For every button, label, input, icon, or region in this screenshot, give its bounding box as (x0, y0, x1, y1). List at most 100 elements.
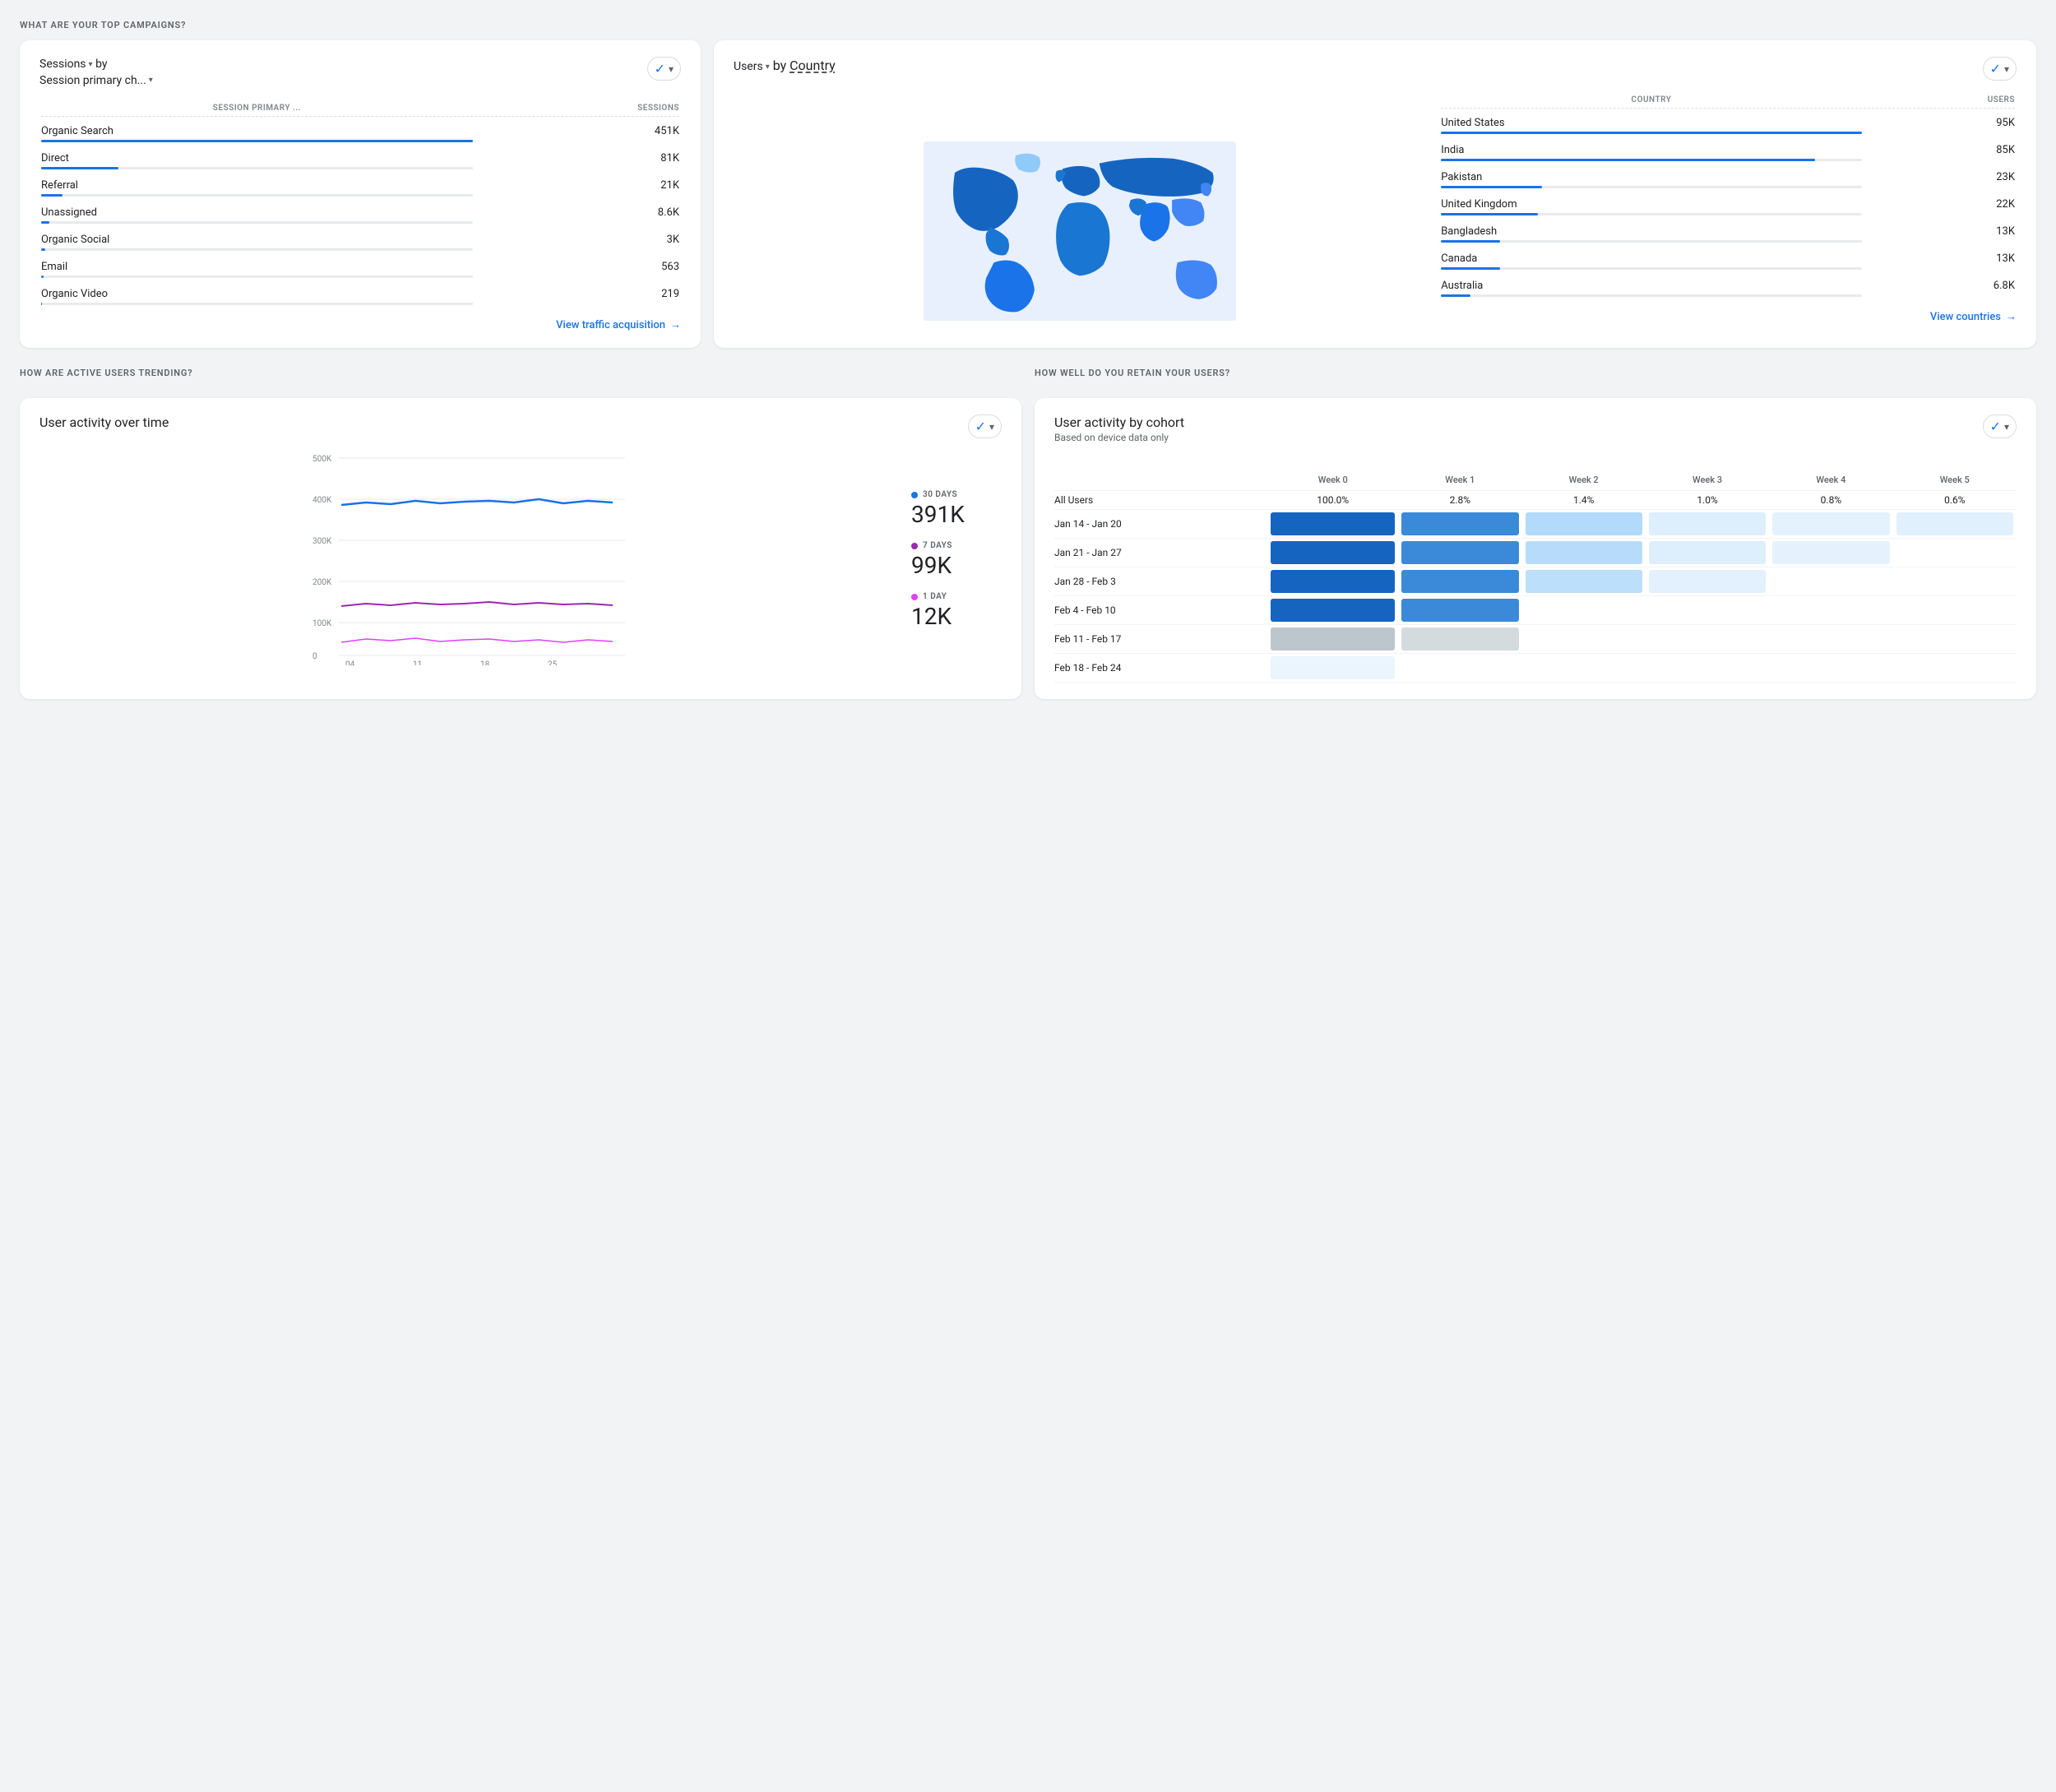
table-row: United States 95K (1441, 110, 2015, 136)
table-row: Organic Search 451K (41, 118, 679, 144)
legend-dot (911, 594, 918, 600)
cohort-card-title-wrap: User activity by cohort Based on device … (1054, 414, 1184, 456)
country-card-controls[interactable]: ✓ ▾ (1983, 57, 2017, 81)
chart-svg-wrap: 500K 400K 300K 200K 100K 0 (39, 451, 898, 669)
chart-area: 500K 400K 300K 200K 100K 0 (39, 451, 1002, 669)
cohort-cell-empty (1522, 596, 1646, 625)
cohort-cell-empty (1522, 654, 1646, 683)
cohort-cell-empty (1646, 596, 1769, 625)
session-name: Unassigned (41, 200, 473, 225)
cohort-cell (1769, 539, 1892, 567)
cohort-row-label: Feb 11 - Feb 17 (1054, 625, 1267, 654)
cohort-cell (1398, 625, 1521, 654)
view-countries-arrow: → (2006, 310, 2017, 323)
cohort-week-header: Week 0 (1267, 470, 1398, 491)
legend-days: 30 DAYS (911, 490, 1002, 499)
session-name: Organic Video (41, 281, 473, 307)
cohort-card: User activity by cohort Based on device … (1035, 398, 2036, 699)
cohort-row-label: Feb 18 - Feb 24 (1054, 654, 1267, 683)
activity-card-header: User activity over time ✓ ▾ (39, 414, 1002, 438)
all-users-row: All Users100.0%2.8%1.4%1.0%0.8%0.6% (1054, 491, 2017, 510)
map-section (734, 94, 1426, 368)
users-metric-label: Users (734, 59, 763, 76)
cohort-card-controls[interactable]: ✓ ▾ (1983, 414, 2017, 438)
country-name: Canada (1441, 246, 1862, 271)
cohort-cell (1522, 567, 1646, 596)
cohort-cell (1398, 567, 1521, 596)
cohort-cell-empty (1646, 625, 1769, 654)
session-name: Organic Search (41, 118, 473, 144)
cohort-cell (1267, 596, 1398, 625)
cohort-week-header: Week 2 (1522, 470, 1646, 491)
cohort-week-header: Week 1 (1398, 470, 1521, 491)
activity-check-icon: ✓ (975, 419, 986, 434)
dimension-dropdown[interactable]: Session primary ch... ▾ (39, 73, 153, 90)
cohort-data-row: Feb 11 - Feb 17 (1054, 625, 2017, 654)
sessions-table: SESSION PRIMARY ... SESSIONS Organic Sea… (39, 102, 681, 308)
cohort-row-label: Jan 28 - Feb 3 (1054, 567, 1267, 596)
dimension-dropdown-arrow: ▾ (149, 75, 153, 86)
country-table-wrap: COUNTRY USERS United States 95K India 85… (734, 94, 2017, 368)
view-countries-link[interactable]: View countries → (1439, 310, 2017, 323)
col1-header: SESSION PRIMARY ... (41, 104, 473, 117)
legend-dot (911, 492, 918, 498)
cohort-subtitle: Based on device data only (1054, 432, 1184, 443)
session-name: Direct (41, 146, 473, 171)
svg-text:25: 25 (548, 660, 558, 665)
cohort-cell (1398, 596, 1521, 625)
cohort-cell (1267, 510, 1398, 539)
session-value: 3K (475, 227, 679, 252)
cohort-cell-empty (1893, 539, 2017, 567)
country-data-section: COUNTRY USERS United States 95K India 85… (1426, 94, 2017, 368)
view-countries-label: View countries (1930, 311, 2001, 323)
activity-card-controls[interactable]: ✓ ▾ (968, 414, 1002, 438)
table-row: Referral 21K (41, 173, 679, 198)
all-users-cell: 1.4% (1522, 491, 1646, 510)
country-card-title: Users ▾ by Country (734, 57, 836, 76)
country-card: Users ▾ by Country ✓ ▾ (714, 40, 2036, 348)
table-row: Canada 13K (1441, 246, 2015, 271)
legend-days: 1 DAY (911, 592, 1002, 601)
session-name: Email (41, 254, 473, 280)
chart-legend: 30 DAYS 391K 7 DAYS 99K 1 DAY 12K (911, 451, 1002, 669)
country-name: India (1441, 137, 1862, 163)
country-value: 13K (1864, 246, 2015, 271)
table-row: Email 563 (41, 254, 679, 280)
activity-chart-svg: 500K 400K 300K 200K 100K 0 (39, 451, 898, 665)
table-row: Bangladesh 13K (1441, 219, 2015, 244)
all-users-cell: 1.0% (1646, 491, 1769, 510)
country-dimension-dropdown[interactable]: Country (790, 58, 836, 73)
cohort-cell (1522, 539, 1646, 567)
cohort-cell (1522, 510, 1646, 539)
campaigns-card-controls[interactable]: ✓ ▾ (647, 57, 681, 81)
cohort-cell (1267, 539, 1398, 567)
cohort-week-header: Week 5 (1893, 470, 2017, 491)
retain-section-label: HOW WELL DO YOU RETAIN YOUR USERS? (1035, 368, 2036, 378)
country-check-icon: ✓ (1990, 61, 2001, 76)
svg-text:200K: 200K (313, 578, 332, 587)
svg-text:04: 04 (345, 660, 355, 665)
cohort-cell-empty (1769, 654, 1892, 683)
session-name: Referral (41, 173, 473, 198)
view-traffic-link[interactable]: View traffic acquisition → (39, 318, 681, 331)
legend-dot (911, 543, 918, 549)
cohort-cell-empty (1522, 625, 1646, 654)
cohort-row-label: Feb 4 - Feb 10 (1054, 596, 1267, 625)
country-name: Bangladesh (1441, 219, 1862, 244)
metric-dropdown-arrow: ▾ (89, 59, 93, 71)
dimension-label: Session primary ch... (39, 73, 146, 90)
top-section-label: WHAT ARE YOUR TOP CAMPAIGNS? (20, 20, 2036, 30)
world-map-svg (924, 141, 1236, 322)
cohort-data-row: Jan 14 - Jan 20 (1054, 510, 2017, 539)
cohort-week-header: Week 4 (1769, 470, 1892, 491)
activity-chevron-icon: ▾ (989, 421, 994, 433)
users-metric-dropdown[interactable]: Users ▾ (734, 59, 770, 76)
chevron-down-icon: ▾ (669, 63, 674, 75)
metric-dropdown[interactable]: Sessions ▾ (39, 57, 93, 73)
all-users-cell: 0.8% (1769, 491, 1892, 510)
cohort-data-row: Jan 28 - Feb 3 (1054, 567, 2017, 596)
svg-text:100K: 100K (313, 619, 332, 628)
session-value: 563 (475, 254, 679, 280)
table-row: Australia 6.8K (1441, 273, 2015, 299)
cohort-row-label: Jan 21 - Jan 27 (1054, 539, 1267, 567)
